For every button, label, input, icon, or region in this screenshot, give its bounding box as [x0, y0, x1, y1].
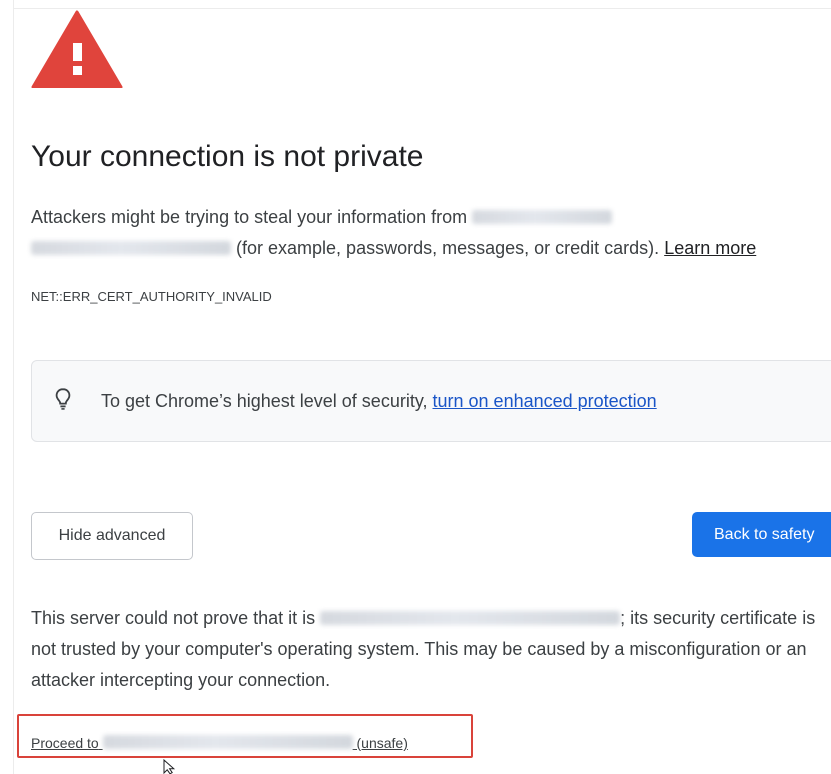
mouse-pointer-icon [163, 759, 176, 774]
details-text-before: This server could not prove that it is [31, 608, 316, 628]
error-code: NET::ERR_CERT_AUTHORITY_INVALID [31, 289, 272, 304]
interstitial-page: Your connection is not private Attackers… [0, 0, 831, 774]
proceed-suffix: (unsafe) [356, 735, 408, 751]
intro-text-before: Attackers might be trying to steal your … [31, 207, 468, 227]
intro-text-after: (for example, passwords, messages, or cr… [236, 238, 660, 258]
enhanced-protection-link[interactable]: turn on enhanced protection [433, 391, 657, 411]
promo-text: To get Chrome’s highest level of securit… [101, 391, 657, 412]
redacted-hostname [472, 210, 613, 224]
hide-advanced-button[interactable]: Hide advanced [31, 512, 193, 560]
proceed-prefix: Proceed to [31, 735, 99, 751]
warning-triangle-icon [31, 10, 123, 88]
enhanced-protection-promo: To get Chrome’s highest level of securit… [31, 360, 831, 442]
proceed-unsafe-link[interactable]: Proceed to (unsafe) [31, 735, 408, 751]
back-to-safety-button[interactable]: Back to safety [692, 512, 831, 557]
redacted-hostname [31, 241, 231, 255]
learn-more-link[interactable]: Learn more [664, 238, 756, 258]
page-title: Your connection is not private [31, 140, 424, 173]
page-border-left [13, 0, 14, 774]
redacted-hostname [320, 611, 621, 625]
intro-text: Attackers might be trying to steal your … [31, 202, 821, 264]
promo-text-label: To get Chrome’s highest level of securit… [101, 391, 428, 411]
page-border-top [13, 8, 831, 9]
lightbulb-icon [55, 388, 71, 410]
details-text: This server could not prove that it is ;… [31, 603, 821, 696]
redacted-hostname [102, 735, 353, 749]
